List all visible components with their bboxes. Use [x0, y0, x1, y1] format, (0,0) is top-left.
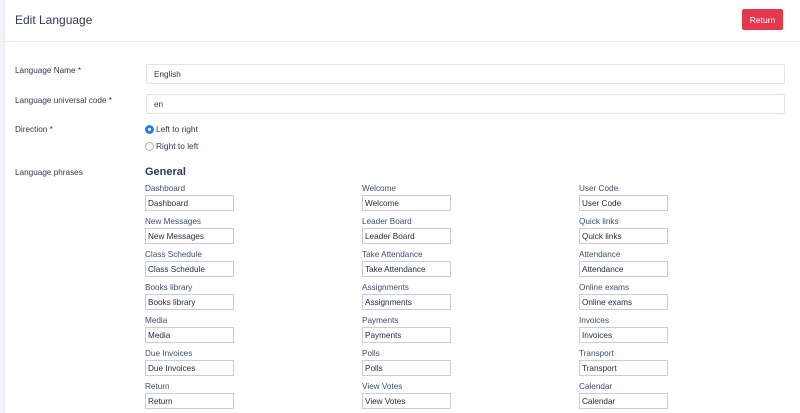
direction-option-ltr-label: Left to right — [156, 124, 198, 134]
page-title: Edit Language — [15, 13, 93, 27]
phrase-label: Invoices — [579, 316, 610, 325]
phrase-input[interactable] — [145, 393, 234, 409]
phrase-input[interactable] — [579, 393, 668, 409]
phrase-label: Class Schedule — [145, 250, 202, 259]
direction-option-ltr[interactable]: Left to right — [145, 124, 198, 134]
phrase-label: Return — [145, 382, 170, 391]
phrase-input[interactable] — [579, 195, 668, 211]
edit-language-card: Edit Language Return Language Name * Lan… — [4, 0, 800, 413]
phrase-input[interactable] — [145, 228, 234, 244]
language-name-input[interactable] — [146, 64, 785, 84]
phrase-input[interactable] — [362, 228, 451, 244]
phrase-input[interactable] — [579, 360, 668, 376]
phrase-input[interactable] — [579, 261, 668, 277]
phrase-input[interactable] — [145, 327, 234, 343]
page-header: Edit Language Return — [5, 0, 800, 42]
language-phrases-label: Language phrases — [15, 168, 83, 177]
phrase-label: Take Attendance — [362, 250, 423, 259]
phrase-label: Welcome — [362, 184, 396, 193]
phrase-label: View Votes — [362, 382, 403, 391]
phrase-input[interactable] — [145, 195, 234, 211]
phrase-label: Calendar — [579, 382, 613, 391]
language-code-label: Language universal code * — [15, 96, 112, 105]
direction-option-rtl[interactable]: Right to left — [145, 141, 198, 151]
phrase-label: Online exams — [579, 283, 630, 292]
phrase-input[interactable] — [362, 294, 451, 310]
return-button[interactable]: Return — [742, 9, 783, 30]
phrases-section-title: General — [145, 166, 186, 178]
phrase-label: Polls — [362, 349, 380, 358]
phrase-input[interactable] — [362, 261, 451, 277]
phrase-input[interactable] — [145, 261, 234, 277]
phrase-input[interactable] — [579, 327, 668, 343]
phrase-label: Books library — [145, 283, 193, 292]
direction-option-rtl-label: Right to left — [156, 141, 199, 151]
phrase-label: Transport — [579, 349, 614, 358]
phrase-input[interactable] — [362, 195, 451, 211]
phrase-label: Payments — [362, 316, 399, 325]
phrase-input[interactable] — [362, 327, 451, 343]
phrase-input[interactable] — [362, 393, 451, 409]
radio-checked-icon[interactable] — [145, 124, 154, 134]
phrase-label: New Messages — [145, 217, 201, 226]
language-name-label: Language Name * — [15, 66, 82, 75]
phrase-label: Due Invoices — [145, 349, 193, 358]
phrase-input[interactable] — [145, 360, 234, 376]
phrase-label: User Code — [579, 184, 619, 193]
phrase-label: Media — [145, 316, 168, 325]
phrase-label: Quick links — [579, 217, 619, 226]
radio-unchecked-icon[interactable] — [145, 141, 154, 151]
phrase-label: Dashboard — [145, 184, 186, 193]
phrase-label: Attendance — [579, 250, 621, 259]
phrase-input[interactable] — [362, 360, 451, 376]
phrase-input[interactable] — [579, 228, 668, 244]
language-code-input[interactable] — [146, 94, 785, 114]
phrase-label: Leader Board — [362, 217, 412, 226]
phrase-input[interactable] — [145, 294, 234, 310]
phrase-input[interactable] — [579, 294, 668, 310]
phrase-label: Assignments — [362, 283, 409, 292]
direction-label: Direction * — [15, 125, 53, 134]
